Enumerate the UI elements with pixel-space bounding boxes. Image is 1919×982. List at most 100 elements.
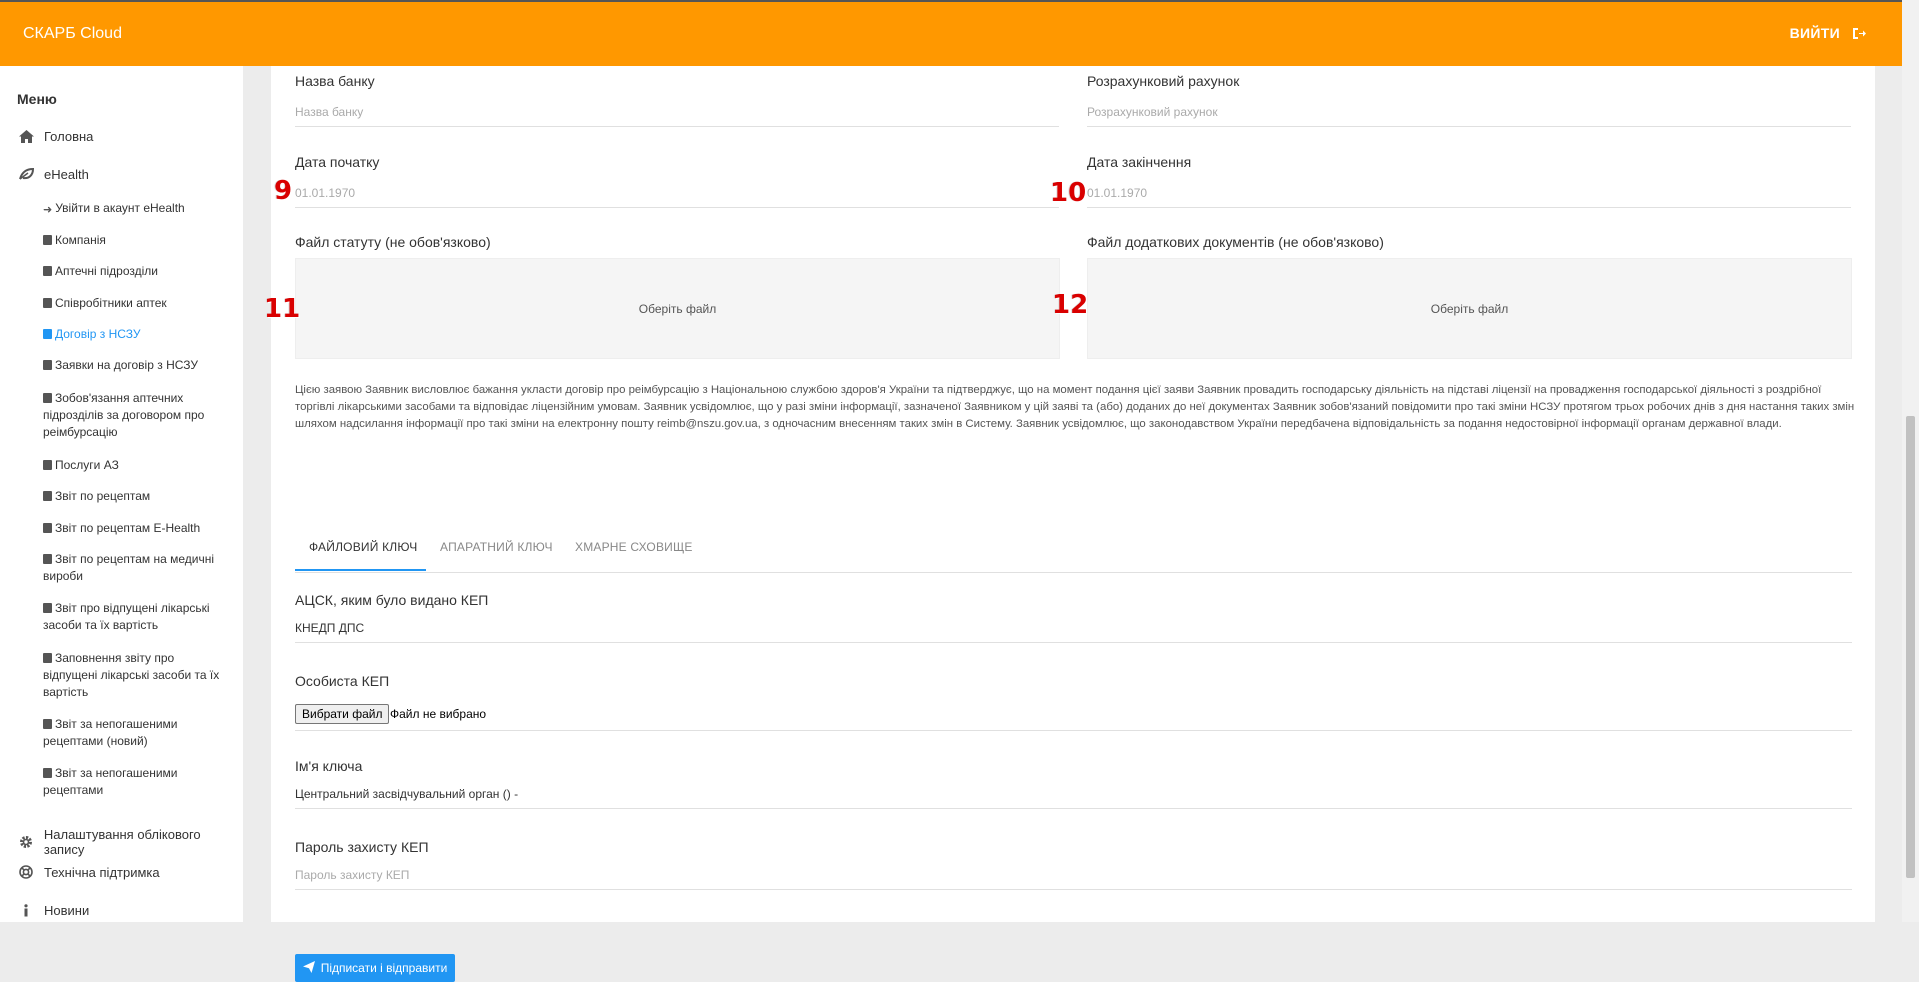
sign-and-send-label: Підписати і відправити	[320, 961, 448, 975]
scrollbar-thumb[interactable]	[1906, 416, 1915, 878]
personal-key-label: Особиста КЕП	[295, 673, 390, 689]
gear-icon	[18, 834, 34, 850]
sidebar-item-label: Зобов'язання аптечних підрозділів за дог…	[43, 391, 205, 439]
divider	[295, 730, 1852, 731]
sidebar-item-label: Заповнення звіту про відпущені лікарські…	[43, 651, 220, 699]
home-icon	[18, 128, 34, 144]
sidebar-item-home[interactable]: Головна	[18, 128, 93, 144]
end-date-input[interactable]: 01.01.1970	[1087, 180, 1851, 208]
life-ring-icon	[18, 864, 34, 880]
start-date-label: Дата початку	[295, 154, 380, 170]
no-file-chosen-text: Файл не вибрано	[390, 707, 487, 721]
acsk-label: АЦСК, яким було видано КЕП	[295, 592, 489, 608]
statute-file-label: Файл статуту (не обов'язково)	[295, 234, 491, 250]
sidebar-item-ehealth-prescription-report[interactable]: Звіт по рецептам E-Health	[43, 520, 223, 537]
logout-label: ВИЙТИ	[1789, 25, 1840, 41]
menu-title: Меню	[17, 91, 57, 107]
sidebar-item-label: Заявки на договір з НСЗУ	[55, 358, 198, 372]
sidebar-item-label: Новини	[44, 902, 90, 918]
sidebar-item-contract-requests[interactable]: Заявки на договір з НСЗУ	[43, 357, 223, 374]
info-icon	[18, 902, 34, 918]
sign-and-send-button[interactable]: Підписати і відправити	[295, 954, 455, 982]
account-label: Розрахунковий рахунок	[1087, 73, 1240, 89]
key-password-input[interactable]: Пароль захисту КЕП	[295, 862, 1852, 890]
sidebar-item-fill-dispensed-report[interactable]: Заповнення звіту про відпущені лікарські…	[43, 650, 223, 701]
sidebar-item-label: Послуги АЗ	[55, 458, 119, 472]
sidebar-item-label: Співробітники аптек	[55, 296, 167, 310]
bank-name-label: Назва банку	[295, 73, 375, 89]
leaf-icon	[18, 166, 34, 182]
sidebar-item-account-settings[interactable]: Налаштування облікового запису	[18, 827, 243, 857]
sidebar-item-label: Звіт по рецептам	[55, 489, 151, 503]
sidebar-item-label: Аптечні підрозділи	[55, 264, 159, 278]
sidebar-item-label: Головна	[44, 128, 94, 144]
statute-file-dropzone[interactable]: Оберіть файл	[295, 258, 1060, 359]
tab-file-key[interactable]: ФАЙЛОВИЙ КЛЮЧ	[309, 540, 417, 554]
sidebar-item-ehealth-login[interactable]: ➜ Увійти в акаунт eHealth	[43, 200, 223, 219]
extra-docs-choose-text: Оберіть файл	[1430, 301, 1509, 316]
sidebar-item-nszu-contract[interactable]: Договір з НСЗУ	[43, 326, 223, 343]
sidebar-item-label: Договір з НСЗУ	[55, 327, 141, 341]
start-date-input[interactable]: 01.01.1970	[295, 180, 1059, 208]
annotation-marker-10: 10	[1050, 178, 1087, 208]
file-icon	[43, 393, 52, 403]
sign-out-icon	[1852, 27, 1866, 40]
account-input[interactable]: Розрахунковий рахунок	[1087, 99, 1851, 127]
sidebar-item-unredeemed-new[interactable]: Звіт за непогашеними рецептами (новий)	[43, 716, 223, 750]
end-date-label: Дата закінчення	[1087, 154, 1192, 170]
sidebar-item-pharmacy-units[interactable]: Аптечні підрозділи	[43, 263, 223, 280]
sidebar-item-unredeemed[interactable]: Звіт за непогашеними рецептами	[43, 765, 223, 799]
sidebar-item-label: Звіт за непогашеними рецептами (новий)	[43, 717, 178, 748]
contract-form-panel: Назва банку Назва банку Розрахунковий ра…	[264, 66, 1875, 982]
sidebar-item-ehealth[interactable]: eHealth	[18, 166, 89, 182]
file-icon	[43, 554, 52, 564]
file-icon	[43, 460, 52, 470]
tab-cloud-storage[interactable]: ХМАРНЕ СХОВИЩЕ	[575, 540, 693, 554]
plus-square-icon	[43, 266, 52, 276]
sidebar-item-label: Компанія	[55, 233, 106, 247]
choose-file-button[interactable]: Вибрати файл	[295, 704, 390, 724]
file-icon	[43, 329, 52, 339]
brand-title[interactable]: СКАРБ Cloud	[23, 25, 122, 43]
annotation-marker-9: 9	[274, 176, 293, 206]
sidebar-item-label: Звіт по рецептам E-Health	[55, 521, 201, 535]
sidebar-item-label: Звіт по рецептам на медичні вироби	[43, 552, 215, 583]
page-scrollbar[interactable]	[1902, 0, 1919, 922]
file-icon	[43, 523, 52, 533]
bank-name-input[interactable]: Назва банку	[295, 99, 1059, 127]
key-password-label: Пароль захисту КЕП	[295, 839, 429, 855]
sidebar-item-label: Увійти в акаунт eHealth	[55, 201, 185, 215]
key-name-value: Центральний засвідчувальний орган () -	[295, 781, 1852, 809]
sidebar-item-label: eHealth	[44, 166, 89, 182]
file-icon	[43, 491, 52, 501]
sidebar-item-label: Звіт про відпущені лікарські засоби та ї…	[43, 601, 210, 632]
sidebar-item-news[interactable]: Новини	[18, 902, 89, 918]
sidebar-item-pharmacy-staff[interactable]: Співробітники аптек	[43, 295, 223, 312]
statute-choose-text: Оберіть файл	[638, 301, 717, 316]
sidebar-item-dispensed-report[interactable]: Звіт про відпущені лікарські засоби та ї…	[43, 600, 223, 634]
sidebar-item-az-services[interactable]: Послуги АЗ	[43, 457, 223, 474]
sidebar-item-company[interactable]: Компанія	[43, 232, 223, 249]
file-icon	[43, 768, 52, 778]
active-tab-indicator	[295, 569, 426, 571]
user-md-icon	[43, 298, 52, 308]
extra-docs-dropzone[interactable]: Оберіть файл	[1087, 258, 1852, 359]
declaration-notice: Цією заявою Заявник висловлює бажання ук…	[295, 384, 1855, 431]
sidebar-item-label: Налаштування облікового запису	[43, 827, 201, 857]
sidebar-item-medical-devices-report[interactable]: Звіт по рецептам на медичні вироби	[43, 551, 223, 585]
extra-docs-label: Файл додаткових документів (не обов'язко…	[1087, 234, 1384, 250]
sidebar-item-support[interactable]: Технічна підтримка	[18, 864, 160, 880]
sidebar-item-label: Технічна підтримка	[44, 864, 160, 880]
tab-hardware-key[interactable]: АПАРАТНИЙ КЛЮЧ	[440, 540, 553, 554]
sidebar-item-obligations[interactable]: Зобов'язання аптечних підрозділів за дог…	[43, 390, 223, 441]
database-icon	[43, 235, 52, 245]
sidebar: Меню Головна eHealth ➜ Увійти в акаунт eH…	[0, 66, 243, 922]
file-icon	[43, 603, 52, 613]
key-name-label: Ім'я ключа	[295, 758, 363, 774]
file-icon	[43, 719, 52, 729]
logout-button[interactable]: ВИЙТИ	[1790, 25, 1866, 41]
file-icon	[43, 360, 52, 370]
sidebar-item-prescription-report[interactable]: Звіт по рецептам	[43, 488, 223, 505]
sign-in-icon: ➜	[43, 204, 53, 216]
acsk-select[interactable]: КНЕДП ДПС	[295, 615, 1852, 643]
